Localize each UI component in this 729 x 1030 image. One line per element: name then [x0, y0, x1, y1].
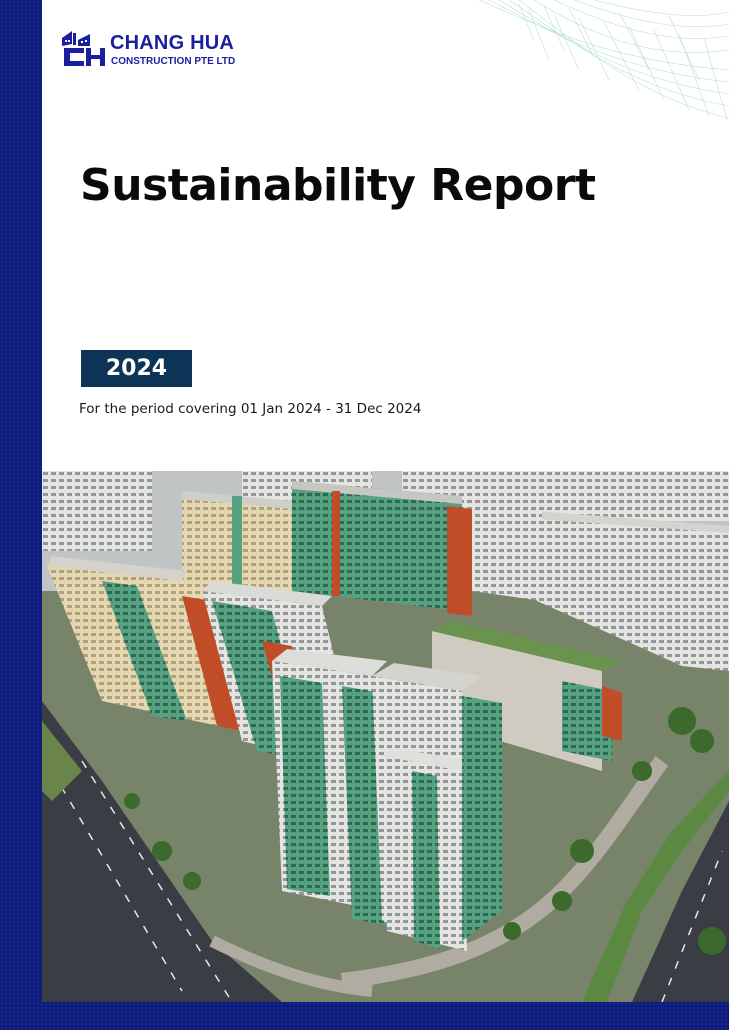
- report-title: Sustainability Report: [80, 160, 596, 211]
- company-logo: CHANG HUA CONSTRUCTION PTE LTD: [60, 28, 260, 72]
- aerial-building-illustration: [42, 471, 729, 1002]
- chang-hua-logo-icon: [62, 31, 105, 66]
- reporting-period: For the period covering 01 Jan 2024 - 31…: [79, 401, 422, 417]
- side-band: [0, 0, 42, 1030]
- year-badge: 2024: [81, 350, 192, 387]
- bottom-band: [0, 1002, 729, 1030]
- wave-mesh-decoration: [478, 0, 729, 121]
- company-subtitle: CONSTRUCTION PTE LTD: [111, 56, 236, 67]
- company-name: CHANG HUA: [110, 32, 235, 54]
- cover-photo: [42, 471, 729, 1002]
